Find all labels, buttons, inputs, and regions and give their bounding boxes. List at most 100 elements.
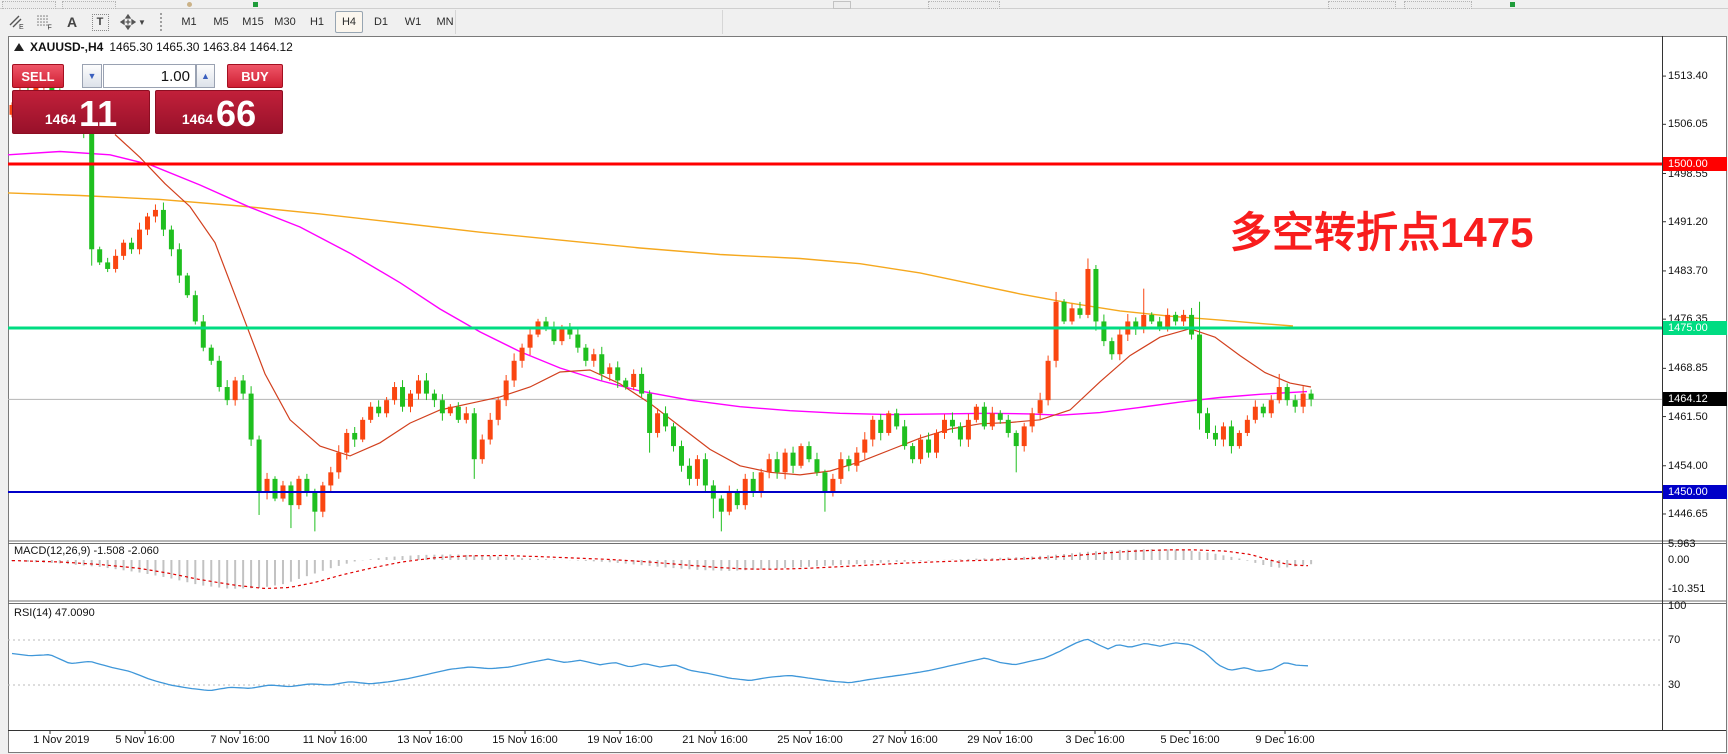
candle-body xyxy=(1181,315,1186,322)
candle-body xyxy=(1237,433,1242,446)
candle-body xyxy=(990,413,995,426)
macd-indicator-label: MACD(12,26,9) -1.508 -2.060 xyxy=(14,545,159,557)
candle-body xyxy=(719,499,724,512)
candle-body xyxy=(233,380,238,400)
candle-body xyxy=(1221,426,1226,439)
candle-body xyxy=(751,479,756,492)
candle-body xyxy=(767,459,772,472)
candle-body xyxy=(488,420,493,440)
price-tag-1464.12: 1464.12 xyxy=(1663,392,1727,406)
candle-body xyxy=(655,413,660,433)
candle-body xyxy=(384,400,389,413)
candle-body xyxy=(129,243,134,250)
sell-price-panel[interactable]: 1464 11 xyxy=(12,90,150,134)
sell-button[interactable]: SELL xyxy=(12,64,64,88)
candle-body xyxy=(185,276,190,296)
collapse-icon[interactable] xyxy=(14,43,24,51)
candle-body xyxy=(1309,394,1314,400)
candle-body xyxy=(1269,400,1274,413)
time-tick-label: 21 Nov 16:00 xyxy=(682,734,747,746)
candle-body xyxy=(1253,407,1258,420)
candle-body xyxy=(830,479,835,492)
candle-body xyxy=(97,249,102,262)
candle-body xyxy=(193,295,198,321)
candle-body xyxy=(1285,387,1290,400)
ma-slow-orange-line xyxy=(8,193,1293,326)
candle-body xyxy=(575,335,580,348)
candle-body xyxy=(894,413,899,426)
price-tag-1450.00: 1450.00 xyxy=(1663,485,1727,499)
volume-decrease-button[interactable]: ▼ xyxy=(82,64,102,88)
candle-body xyxy=(551,328,556,341)
candle-body xyxy=(257,440,262,492)
candle-body xyxy=(1277,387,1282,400)
candle-body xyxy=(456,407,461,420)
candle-body xyxy=(1085,269,1090,315)
candle-body xyxy=(918,440,923,460)
candle-body xyxy=(360,420,365,440)
candle-body xyxy=(783,453,788,473)
ma-fast-red-line xyxy=(115,135,1311,475)
candle-body xyxy=(807,446,812,459)
candle-body xyxy=(950,420,955,427)
candle-body xyxy=(942,420,947,433)
macd-axis-label: 5.963 xyxy=(1668,538,1696,550)
time-tick-label: 25 Nov 16:00 xyxy=(777,734,842,746)
buy-price-panel[interactable]: 1464 66 xyxy=(155,90,283,134)
candle-body xyxy=(328,472,333,485)
price-tick-label: 1446.65 xyxy=(1668,508,1708,520)
candle-body xyxy=(320,485,325,511)
chart-text-annotation: 多空转折点1475 xyxy=(1230,212,1533,254)
price-tick-label: 1468.85 xyxy=(1668,362,1708,374)
candle-body xyxy=(153,210,158,217)
candle-body xyxy=(958,426,963,439)
candle-body xyxy=(408,394,413,407)
candle-body xyxy=(1189,315,1194,335)
time-tick-label: 7 Nov 16:00 xyxy=(210,734,269,746)
candle-body xyxy=(1006,420,1011,433)
candle-body xyxy=(822,472,827,492)
candle-body xyxy=(982,407,987,427)
candle-body xyxy=(137,230,142,250)
candle-body xyxy=(504,380,509,400)
candle-body xyxy=(169,230,174,250)
buy-price-big: 66 xyxy=(216,98,256,130)
rsi-axis-label: 100 xyxy=(1668,600,1686,612)
candle-body xyxy=(1077,308,1082,315)
candle-body xyxy=(599,354,604,374)
candle-body xyxy=(775,459,780,472)
candle-body xyxy=(934,433,939,453)
chart-header: XAUUSD-,H4 1465.30 1465.30 1463.84 1464.… xyxy=(14,40,293,54)
time-tick-label: 15 Nov 16:00 xyxy=(492,734,557,746)
candle-body xyxy=(376,407,381,414)
volume-increase-button[interactable]: ▲ xyxy=(196,64,215,88)
rsi-indicator-label: RSI(14) 47.0090 xyxy=(14,607,95,619)
volume-input[interactable] xyxy=(103,64,196,88)
sell-price-small: 1464 xyxy=(45,112,76,126)
candle-body xyxy=(448,407,453,414)
candle-body xyxy=(209,348,214,361)
candle-body xyxy=(1101,321,1106,341)
candle-body xyxy=(1293,400,1298,407)
candle-body xyxy=(998,413,1003,420)
candle-body xyxy=(583,348,588,361)
candle-body xyxy=(368,407,373,420)
candle-body xyxy=(974,407,979,420)
candle-body xyxy=(1141,315,1146,328)
candle-body xyxy=(440,400,445,413)
candle-body xyxy=(1109,341,1114,354)
candle-body xyxy=(472,413,477,459)
buy-button[interactable]: BUY xyxy=(227,64,283,88)
candle-body xyxy=(512,361,517,381)
candle-body xyxy=(288,485,293,505)
candle-body xyxy=(910,446,915,459)
candle-body xyxy=(886,413,891,433)
macd-axis-label: 0.00 xyxy=(1668,554,1689,566)
rsi-axis-label: 30 xyxy=(1668,679,1680,691)
candle-body xyxy=(352,433,357,440)
candle-body xyxy=(1205,413,1210,433)
candle-body xyxy=(703,459,708,485)
candle-body xyxy=(161,210,166,230)
candle-body xyxy=(225,387,230,400)
candle-body xyxy=(799,446,804,466)
